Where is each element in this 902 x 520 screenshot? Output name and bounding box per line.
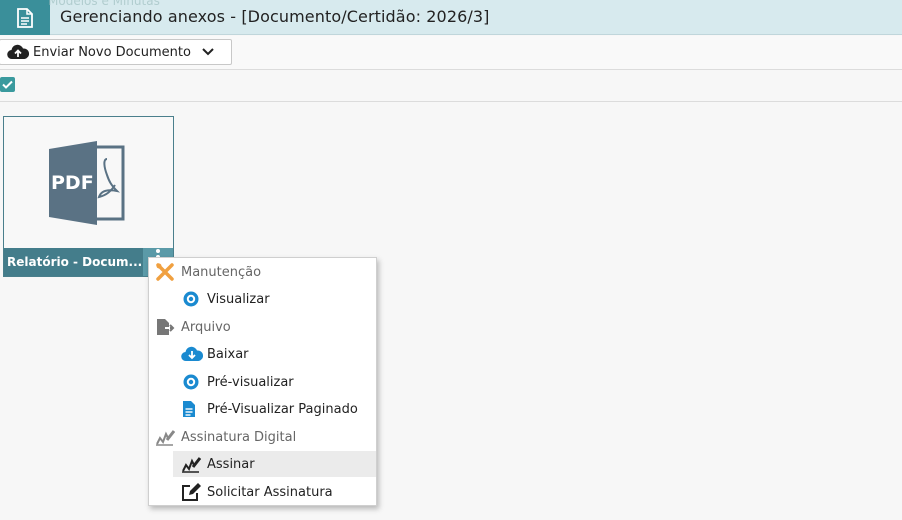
send-new-document-button[interactable]: Enviar Novo Documento — [0, 39, 232, 65]
select-all-checkbox[interactable] — [0, 77, 15, 92]
cloud-upload-icon — [7, 44, 29, 60]
menu-item-label: Pré-Visualizar Paginado — [207, 401, 358, 417]
document-icon — [0, 0, 50, 35]
cloud-download-icon — [181, 345, 203, 363]
send-new-document-label: Enviar Novo Documento — [33, 44, 191, 60]
attachment-thumbnail[interactable]: PDF — [4, 117, 173, 248]
attachment-name[interactable]: Relatório - Docum... — [7, 255, 145, 269]
menu-item-label: Pré-visualizar — [207, 374, 294, 390]
check-icon — [2, 80, 13, 89]
attachment-context-menu: Manutenção Visualizar Arquivo Baixar Pré… — [148, 257, 377, 506]
menu-group-assinatura-digital: Assinatura Digital — [149, 424, 376, 450]
page-title: Gerenciando anexos - [Documento/Certidão… — [60, 7, 490, 26]
edit-icon — [181, 483, 203, 501]
menu-item-baixar[interactable]: Baixar — [149, 341, 376, 367]
attachment-card[interactable]: PDF Relatório - Docum... — [3, 116, 174, 277]
menu-group-label: Manutenção — [181, 264, 262, 280]
menu-item-assinar[interactable]: Assinar — [173, 451, 376, 477]
menu-item-pre-visualizar[interactable]: Pré-visualizar — [149, 369, 376, 395]
document-lines-icon — [181, 400, 203, 418]
menu-item-solicitar-assinatura[interactable]: Solicitar Assinatura — [149, 479, 376, 505]
menu-item-label: Visualizar — [207, 291, 270, 307]
menu-item-visualizar[interactable]: Visualizar — [149, 286, 376, 312]
pdf-file-icon: PDF — [48, 140, 124, 225]
menu-item-pre-visualizar-paginado[interactable]: Pré-Visualizar Paginado — [149, 396, 376, 422]
tools-icon — [155, 263, 177, 281]
menu-group-manutencao: Manutenção — [149, 259, 376, 285]
page-header: Modelos e Minutas Gerenciando anexos - [… — [0, 0, 902, 35]
menu-group-arquivo: Arquivo — [149, 314, 376, 340]
menu-item-label: Solicitar Assinatura — [207, 484, 333, 500]
menu-item-label: Baixar — [207, 346, 249, 362]
selection-row — [0, 71, 902, 102]
menu-group-label: Arquivo — [181, 319, 231, 335]
signature-icon — [155, 428, 177, 446]
file-export-icon — [155, 318, 177, 336]
pdf-label: PDF — [51, 172, 94, 194]
signature-icon — [181, 455, 203, 473]
menu-item-label: Assinar — [207, 456, 255, 472]
menu-group-label: Assinatura Digital — [181, 429, 297, 445]
toolbar: Enviar Novo Documento — [0, 36, 902, 70]
eye-icon — [181, 373, 203, 391]
chevron-down-icon — [201, 47, 215, 57]
eye-icon — [181, 290, 203, 308]
